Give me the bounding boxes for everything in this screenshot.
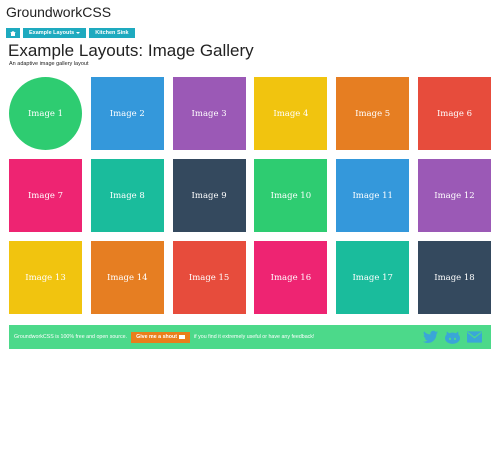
envelope-small-icon (179, 335, 185, 339)
nav-example-layouts-label: Example Layouts (29, 30, 75, 36)
gallery-image-label: Image 4 (273, 108, 309, 119)
gallery-image-label: Image 9 (191, 190, 227, 201)
gallery-image-2[interactable]: Image 2 (90, 77, 164, 150)
gallery-image-15[interactable]: Image 15 (172, 241, 246, 314)
gallery-image-16[interactable]: Image 16 (254, 241, 328, 314)
gallery-image-label: Image 15 (188, 272, 230, 283)
gallery-image-1[interactable]: Image 1 (9, 77, 82, 150)
site-title: GroundworkCSS (6, 4, 112, 20)
gallery-image-label: Image 8 (109, 190, 145, 201)
shout-button-label: Give me a shout (136, 334, 177, 340)
nav-home-button[interactable] (6, 28, 20, 38)
gallery-image-label: Image 3 (191, 108, 227, 119)
gallery-image-18[interactable]: Image 18 (417, 241, 491, 314)
gallery-image-label: Image 2 (109, 108, 145, 119)
nav-kitchen-sink-label: Kitchen Sink (95, 30, 129, 36)
gallery-image-label: Image 17 (352, 272, 393, 283)
gallery-image-label: Image 11 (352, 190, 393, 201)
gallery-image-17[interactable]: Image 17 (336, 241, 410, 314)
gallery-image-8[interactable]: Image 8 (90, 159, 164, 232)
gallery-image-4[interactable]: Image 4 (254, 77, 328, 150)
gallery-image-label: Image 7 (27, 190, 64, 201)
gallery-image-label: Image 6 (436, 108, 473, 119)
footer-banner: GroundworkCSS is 100% free and open sour… (9, 325, 491, 349)
gallery-image-10[interactable]: Image 10 (254, 159, 328, 232)
gallery-image-label: Image 14 (107, 272, 148, 283)
gallery-image-3[interactable]: Image 3 (172, 77, 246, 150)
gallery-image-7[interactable]: Image 7 (9, 159, 82, 232)
page-title: Example Layouts: Image Gallery (8, 41, 254, 60)
gallery-image-13[interactable]: Image 13 (9, 241, 82, 314)
gallery-image-12[interactable]: Image 12 (417, 159, 491, 232)
gallery-image-11[interactable]: Image 11 (336, 159, 410, 232)
gallery-image-label: Image 13 (25, 272, 66, 283)
caret-down-icon (76, 32, 81, 34)
gallery-image-label: Image 16 (270, 272, 312, 283)
twitter-icon[interactable] (423, 330, 438, 344)
nav-kitchen-sink-button[interactable]: Kitchen Sink (89, 28, 135, 38)
gallery-image-9[interactable]: Image 9 (172, 159, 246, 232)
social-icons (423, 330, 482, 344)
give-me-a-shout-button[interactable]: Give me a shout (131, 331, 190, 343)
gallery-image-6[interactable]: Image 6 (417, 77, 491, 150)
nav-example-layouts-button[interactable]: Example Layouts (23, 28, 87, 38)
page-subtitle: An adaptive image gallery layout (9, 61, 89, 67)
gallery-image-label: Image 12 (434, 190, 475, 201)
image-gallery: Image 1 Image 2 Image 3 Image 4 Image 5 Image… (9, 77, 491, 314)
footer-text-before: GroundworkCSS is 100% free and open sour… (14, 334, 128, 340)
gallery-image-label: Image 18 (434, 272, 475, 283)
footer-text-after: if you find it extremely useful or have … (194, 334, 315, 340)
github-icon[interactable] (445, 330, 460, 344)
gallery-image-14[interactable]: Image 14 (90, 241, 164, 314)
home-icon (10, 30, 16, 36)
gallery-image-label: Image 10 (270, 190, 312, 201)
envelope-icon[interactable] (467, 330, 482, 344)
main-nav: Example Layouts Kitchen Sink (6, 28, 135, 38)
gallery-image-label: Image 1 (27, 108, 64, 119)
gallery-image-5[interactable]: Image 5 (336, 77, 410, 150)
gallery-image-label: Image 5 (355, 108, 391, 119)
